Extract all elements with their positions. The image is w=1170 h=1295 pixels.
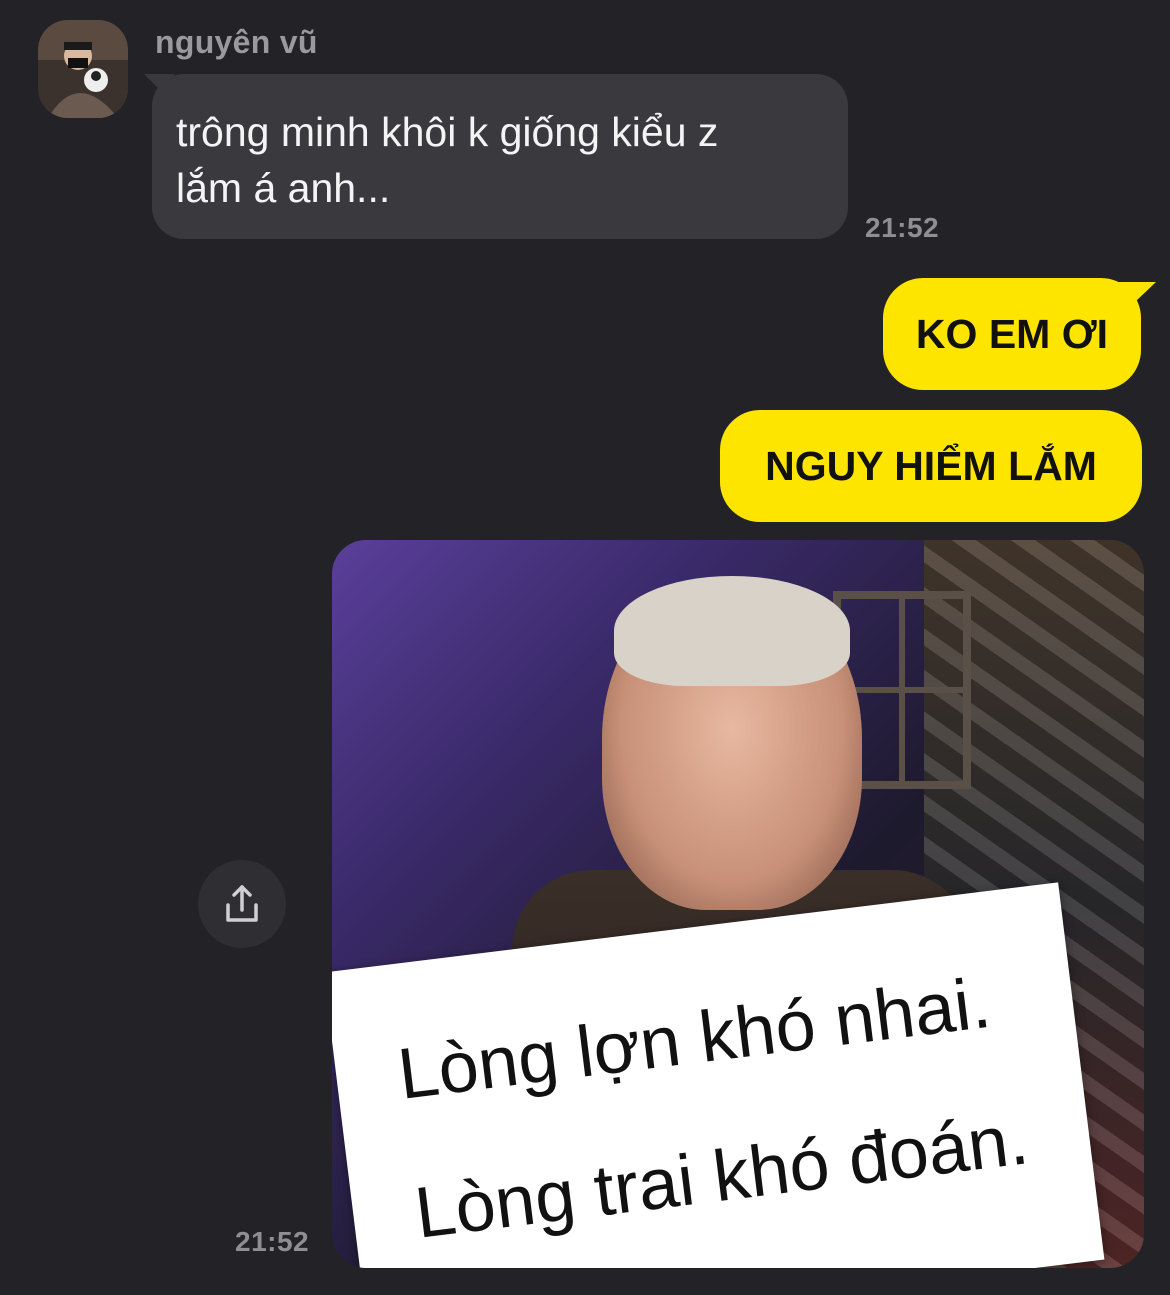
outgoing-message-bubble[interactable]: NGUY HIỂM LẮM (720, 410, 1142, 522)
outgoing-message-bubble[interactable]: KO EM ƠI (883, 278, 1141, 390)
sign-text-line: Lòng lợn khó nhai. (393, 962, 995, 1115)
chat-background: nguyên vũ trông minh khôi k giống kiểu z… (0, 0, 1170, 1295)
sender-name: nguyên vũ (155, 24, 318, 60)
share-icon (226, 885, 258, 922)
image-message[interactable]: Lòng lợn khó nhai. Lòng trai khó đoán. (332, 540, 1144, 1268)
outgoing-message-text: NGUY HIỂM LẮM (765, 442, 1097, 489)
sign-text-line: Lòng trai khó đoán. (410, 1099, 1033, 1254)
incoming-message-time: 21:52 (865, 212, 940, 243)
incoming-message-text: trông minh khôi k giống kiểu z lắm á anh… (176, 109, 719, 211)
outgoing-message-text: KO EM ƠI (915, 310, 1109, 357)
sender-avatar[interactable] (38, 20, 128, 118)
image-message-time: 21:52 (235, 1226, 310, 1257)
share-button[interactable] (198, 860, 286, 948)
avatar-photo-icon (38, 20, 128, 118)
photo-sign-board: Lòng lợn khó nhai. Lòng trai khó đoán. (332, 882, 1105, 1268)
photo-person-hair (614, 576, 850, 686)
incoming-message-bubble[interactable]: trông minh khôi k giống kiểu z lắm á anh… (152, 74, 848, 239)
